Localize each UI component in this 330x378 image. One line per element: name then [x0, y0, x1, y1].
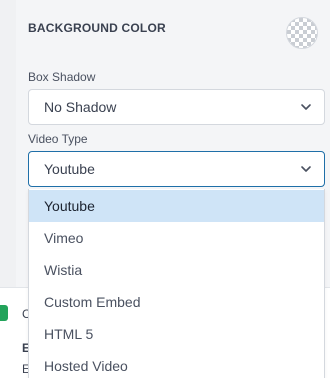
transparent-checkerboard-icon[interactable] [286, 17, 318, 49]
option-custom-embed[interactable]: Custom Embed [29, 286, 324, 318]
box-shadow-value: No Shadow [44, 99, 117, 115]
box-shadow-select[interactable]: No Shadow [28, 89, 325, 125]
settings-page: BACKGROUND COLOR Box Shadow No Shadow Vi… [0, 0, 330, 378]
green-app-icon [0, 305, 8, 321]
video-type-value: Youtube [44, 161, 95, 177]
box-shadow-label: Box Shadow [28, 70, 96, 84]
option-youtube[interactable]: Youtube [29, 190, 324, 222]
video-type-select[interactable]: Youtube [28, 151, 325, 187]
video-type-dropdown: Youtube Vimeo Wistia Custom Embed HTML 5… [28, 189, 325, 378]
option-html5[interactable]: HTML 5 [29, 318, 324, 350]
option-wistia[interactable]: Wistia [29, 254, 324, 286]
video-type-label: Video Type [28, 132, 88, 146]
background-color-heading: BACKGROUND COLOR [28, 21, 166, 35]
chevron-down-icon [301, 166, 311, 172]
option-hosted-video[interactable]: Hosted Video [29, 350, 324, 378]
option-vimeo[interactable]: Vimeo [29, 222, 324, 254]
chevron-down-icon [301, 104, 311, 110]
